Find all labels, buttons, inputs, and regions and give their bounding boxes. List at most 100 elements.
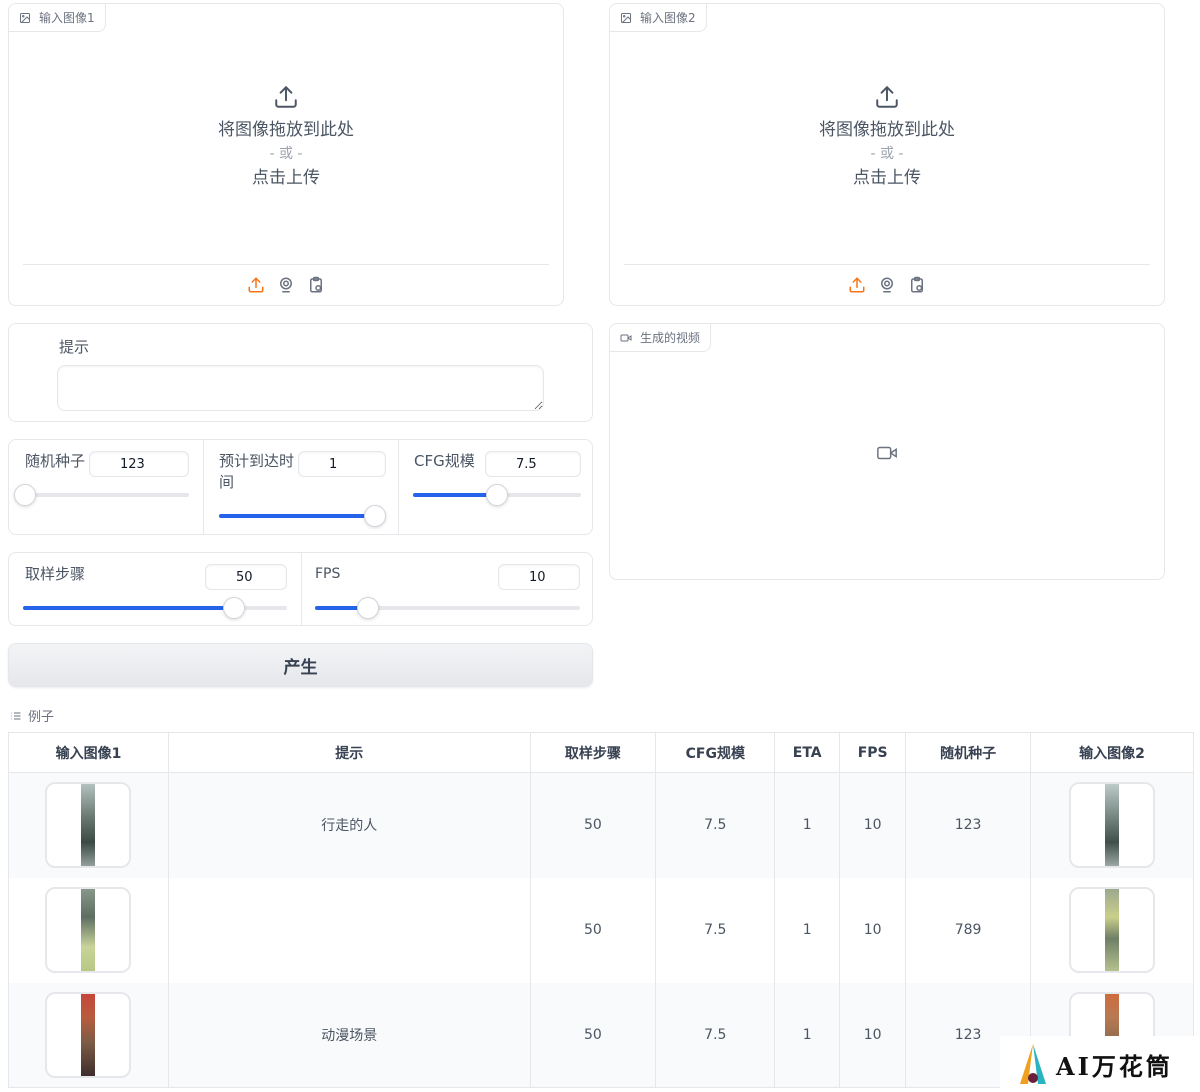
prompt-input[interactable]	[57, 365, 544, 411]
example-prompt-cell[interactable]: 动漫场景	[168, 982, 531, 1088]
example-eta-cell[interactable]: 1	[774, 877, 841, 983]
clipboard-icon[interactable]	[908, 276, 926, 294]
divider	[624, 264, 1150, 265]
fps-number-input[interactable]: 10	[498, 564, 580, 590]
steps-slider-thumb[interactable]	[223, 597, 246, 619]
seed-slider-group: 随机种子 123	[9, 440, 203, 534]
example-fps-cell[interactable]: 10	[839, 772, 907, 878]
steps-slider[interactable]	[23, 597, 287, 619]
example-image-2-cell[interactable]	[1030, 772, 1194, 878]
image-icon	[20, 12, 30, 23]
example-image-1-cell[interactable]	[8, 877, 169, 983]
example-image-1-cell[interactable]	[8, 982, 169, 1088]
click-upload-text[interactable]: 点击上传	[610, 166, 1164, 190]
slider-row-2: 取样步骤 50 FPS 10	[8, 552, 593, 626]
upload-source-icon[interactable]	[247, 276, 265, 294]
input-image-1-source-tools	[9, 276, 563, 294]
or-text: - 或 -	[870, 146, 904, 162]
seed-slider[interactable]	[14, 484, 189, 506]
cfg-slider[interactable]	[413, 484, 581, 506]
thumbnail-image	[1105, 784, 1120, 867]
example-fps-cell[interactable]: 10	[839, 982, 907, 1088]
generated-video-panel: 生成的视频	[609, 323, 1165, 580]
cfg-label: CFG规模	[414, 452, 475, 470]
eta-slider-group: 预计到达时间 1	[203, 440, 398, 534]
example-cfg-cell[interactable]: 7.5	[655, 982, 776, 1088]
fps-slider[interactable]	[315, 597, 580, 619]
example-prompt-cell[interactable]: 行走的人	[168, 772, 531, 878]
video-placeholder-icon	[877, 446, 897, 460]
examples-label-text: 例子	[28, 710, 55, 725]
header-cfg: CFG规模	[655, 732, 776, 773]
example-thumbnail[interactable]	[1069, 782, 1156, 869]
generated-video-label-text: 生成的视频	[640, 331, 701, 345]
webcam-icon[interactable]	[277, 276, 295, 294]
table-row[interactable]: 行走的人 50 7.5 1 10 123	[8, 772, 1194, 878]
video-icon	[620, 334, 632, 341]
steps-label: 取样步骤	[25, 565, 86, 583]
drop-text: 将图像拖放到此处	[819, 120, 955, 140]
example-seed-cell[interactable]: 123	[905, 772, 1032, 878]
cfg-number-input[interactable]: 7.5	[485, 451, 581, 477]
click-upload-text[interactable]: 点击上传	[9, 166, 563, 190]
input-image-1-label: 输入图像1	[9, 4, 106, 32]
generate-button[interactable]: 产生	[8, 643, 593, 687]
seed-slider-thumb[interactable]	[14, 484, 36, 506]
clipboard-icon[interactable]	[307, 276, 325, 294]
example-steps-cell[interactable]: 50	[530, 772, 657, 878]
examples-header-row: 输入图像1 提示 取样步骤 CFG规模 ETA FPS 随机种子 输入图像2	[8, 732, 1194, 773]
input-image-2-dropzone[interactable]: 将图像拖放到此处 - 或 - 点击上传	[610, 84, 1164, 190]
example-cfg-cell[interactable]: 7.5	[655, 772, 776, 878]
webcam-icon[interactable]	[878, 276, 896, 294]
eta-slider-fill	[219, 514, 375, 518]
input-image-2-label: 输入图像2	[610, 4, 707, 32]
header-seed: 随机种子	[905, 732, 1032, 773]
thumbnail-image	[1105, 889, 1120, 971]
example-fps-cell[interactable]: 10	[839, 877, 907, 983]
header-input-image-2: 输入图像2	[1030, 732, 1194, 773]
list-icon	[11, 712, 21, 719]
steps-slider-fill	[23, 606, 235, 610]
example-thumbnail[interactable]	[1069, 887, 1156, 973]
eta-slider[interactable]	[219, 505, 386, 527]
steps-number-input[interactable]: 50	[205, 564, 287, 590]
watermark-text: AI万花筒	[1056, 1051, 1173, 1081]
example-thumbnail[interactable]	[45, 782, 132, 869]
input-image-1-panel[interactable]: 输入图像1 将图像拖放到此处 - 或 - 点击上传	[8, 3, 564, 306]
logo-mark-icon	[1020, 1044, 1046, 1084]
seed-number-input[interactable]: 123	[89, 451, 189, 477]
thumbnail-image	[81, 889, 96, 971]
drop-text: 将图像拖放到此处	[218, 120, 354, 140]
fps-label: FPS	[315, 566, 341, 582]
examples-label: 例子	[10, 706, 54, 725]
eta-number-input[interactable]: 1	[298, 451, 386, 477]
example-seed-cell[interactable]: 789	[905, 877, 1032, 983]
input-image-2-label-text: 输入图像2	[640, 11, 696, 25]
example-image-2-cell[interactable]	[1030, 877, 1194, 983]
upload-source-icon[interactable]	[848, 276, 866, 294]
fps-slider-thumb[interactable]	[357, 597, 379, 619]
table-row[interactable]: 50 7.5 1 10 789	[8, 877, 1194, 983]
example-prompt-cell[interactable]	[168, 877, 531, 983]
eta-label: 预计到达时间	[219, 452, 295, 491]
example-steps-cell[interactable]: 50	[530, 982, 657, 1088]
example-image-1-cell[interactable]	[8, 772, 169, 878]
fps-slider-group: FPS 10	[301, 553, 594, 625]
input-image-2-panel[interactable]: 输入图像2 将图像拖放到此处 - 或 - 点击上传	[609, 3, 1165, 306]
steps-slider-group: 取样步骤 50	[9, 553, 301, 625]
example-thumbnail[interactable]	[45, 991, 132, 1078]
example-cfg-cell[interactable]: 7.5	[655, 877, 776, 983]
examples-table: 输入图像1 提示 取样步骤 CFG规模 ETA FPS 随机种子 输入图像2 行…	[8, 732, 1194, 1088]
example-steps-cell[interactable]: 50	[530, 877, 657, 983]
header-eta: ETA	[774, 732, 841, 773]
cfg-slider-thumb[interactable]	[486, 484, 508, 506]
generated-video-label: 生成的视频	[610, 324, 712, 352]
input-image-1-dropzone[interactable]: 将图像拖放到此处 - 或 - 点击上传	[9, 84, 563, 190]
example-eta-cell[interactable]: 1	[774, 772, 841, 878]
input-image-2-source-tools	[610, 276, 1164, 294]
example-eta-cell[interactable]: 1	[774, 982, 841, 1088]
or-text: - 或 -	[269, 146, 303, 162]
header-steps: 取样步骤	[530, 732, 657, 773]
eta-slider-thumb[interactable]	[364, 505, 386, 527]
example-thumbnail[interactable]	[45, 887, 132, 973]
